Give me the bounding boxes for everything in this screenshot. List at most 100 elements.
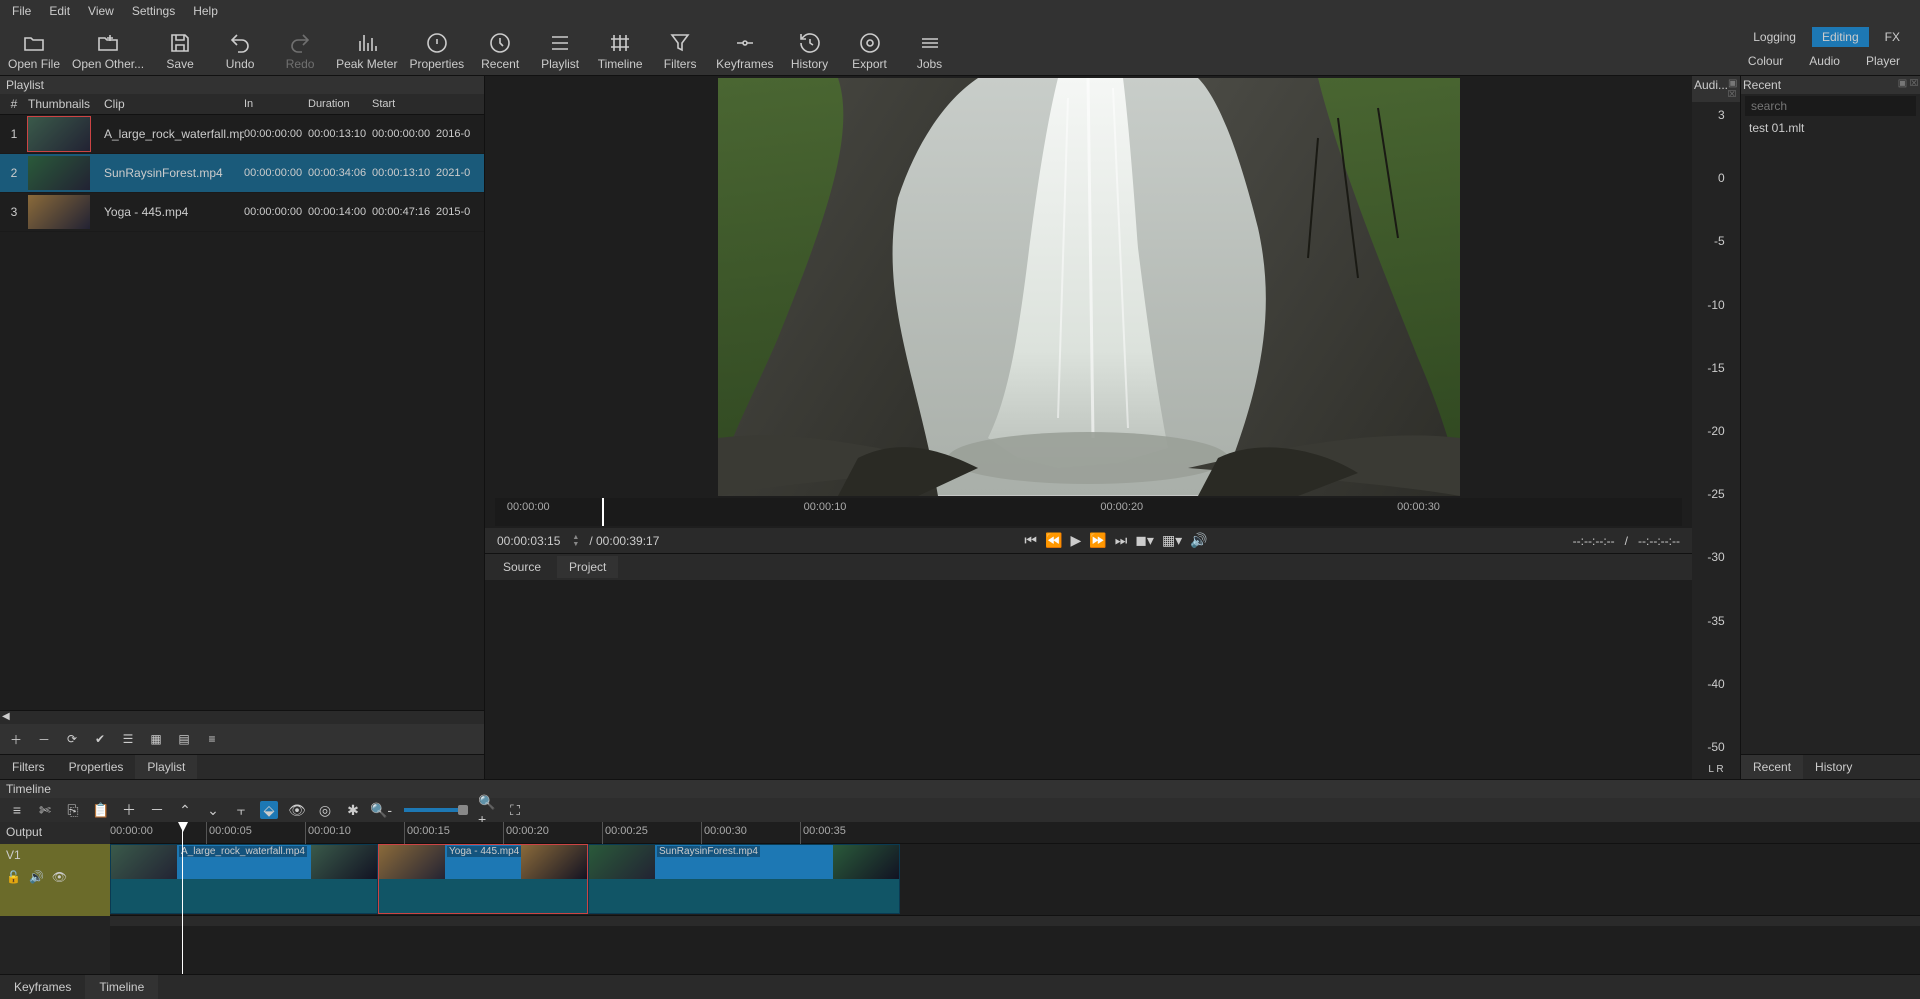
timeline-clip[interactable]: SunRaysinForest.mp4 (588, 844, 900, 914)
tl-overwrite-icon[interactable]: ⌄ (204, 801, 222, 819)
playlist-row[interactable]: 2SunRaysinForest.mp400:00:00:0000:00:34:… (0, 154, 484, 193)
timeline-hscroll[interactable] (110, 916, 1920, 926)
col-duration[interactable]: Duration (308, 98, 372, 110)
menu-file[interactable]: File (4, 2, 39, 20)
layout-tab-editing[interactable]: Editing (1812, 27, 1869, 47)
menu-help[interactable]: Help (185, 2, 226, 20)
playlist-button[interactable]: Playlist (536, 31, 584, 71)
current-timecode[interactable]: 00:00:03:15 (497, 534, 560, 548)
jobs-button[interactable]: Jobs (906, 31, 954, 71)
timeline-button[interactable]: Timeline (596, 31, 644, 71)
save-button[interactable]: Save (156, 31, 204, 71)
timecode-spinner[interactable]: ▲▼ (572, 534, 579, 548)
timeline-output-label[interactable]: Output (0, 822, 110, 844)
sp-tab-project[interactable]: Project (557, 556, 618, 578)
playlist-viewlist-icon[interactable]: ☰ (116, 728, 140, 750)
playlist-hscroll[interactable] (0, 710, 484, 724)
menu-settings[interactable]: Settings (124, 2, 183, 20)
playlist-add-icon[interactable]: ＋ (4, 728, 28, 750)
play-icon[interactable]: ▶ (1070, 532, 1081, 549)
tl-paste-icon[interactable]: 📋 (92, 801, 110, 819)
recent-search-input[interactable] (1745, 96, 1916, 116)
playlist-check-icon[interactable]: ✔ (88, 728, 112, 750)
tl-zoom-slider[interactable] (404, 808, 464, 812)
tl-menu-icon[interactable]: ≡ (8, 801, 26, 819)
grid-icon[interactable]: ▦▾ (1162, 532, 1182, 549)
pl-tab-playlist[interactable]: Playlist (135, 755, 197, 779)
preview-playhead[interactable] (602, 498, 604, 526)
skip-end-icon[interactable]: ⏭ (1115, 532, 1128, 549)
export-button[interactable]: Export (846, 31, 894, 71)
col-clip[interactable]: Clip (100, 97, 244, 111)
tl-lift-icon[interactable]: ⌃ (176, 801, 194, 819)
pl-tab-filters[interactable]: Filters (0, 755, 57, 779)
zoom-fit-icon[interactable]: ◼▾ (1135, 532, 1154, 549)
tl-rippleall-icon[interactable]: ✱ (344, 801, 362, 819)
track-hide-icon[interactable]: 👁 (52, 870, 67, 884)
open-file-button[interactable]: Open File (8, 31, 60, 71)
filters-button[interactable]: Filters (656, 31, 704, 71)
pl-tab-properties[interactable]: Properties (57, 755, 136, 779)
undo-button[interactable]: Undo (216, 31, 264, 71)
playlist-update-icon[interactable]: ⟳ (60, 728, 84, 750)
tl-zoomout-icon[interactable]: 🔍- (372, 801, 390, 819)
timeline-ruler[interactable]: 00:00:0000:00:0500:00:1000:00:1500:00:20… (110, 822, 1920, 844)
playlist-row[interactable]: 1A_large_rock_waterfall.mp400:00:00:0000… (0, 115, 484, 154)
tl-ripple-icon[interactable]: ◎ (316, 801, 334, 819)
timeline-clip[interactable]: Yoga - 445.mp4 (378, 844, 588, 914)
tl-btab-keyframes[interactable]: Keyframes (0, 975, 85, 999)
col-number[interactable]: # (0, 97, 28, 111)
menu-edit[interactable]: Edit (41, 2, 78, 20)
tl-split-icon[interactable]: ⫟ (232, 801, 250, 819)
tl-zoomin-icon[interactable]: 🔍+ (478, 801, 496, 819)
recent-item[interactable]: test 01.mlt (1741, 118, 1920, 138)
tl-append-icon[interactable]: ＋ (120, 801, 138, 819)
recent-button[interactable]: Recent (476, 31, 524, 71)
preview-viewer[interactable] (718, 78, 1460, 496)
col-thumbnails[interactable]: Thumbnails (28, 97, 100, 111)
track-v1[interactable]: A_large_rock_waterfall.mp4Yoga - 445.mp4… (110, 844, 1920, 916)
keyframes-button[interactable]: Keyframes (716, 31, 773, 71)
layout-tab-fx[interactable]: FX (1875, 27, 1910, 47)
playlist-rows[interactable]: 1A_large_rock_waterfall.mp400:00:00:0000… (0, 115, 484, 710)
timeline-tracks[interactable]: 00:00:0000:00:0500:00:1000:00:1500:00:20… (110, 822, 1920, 974)
forward-icon[interactable]: ⏩ (1089, 532, 1106, 549)
peak-meter-button[interactable]: Peak Meter (336, 31, 397, 71)
tl-remove-icon[interactable]: － (148, 801, 166, 819)
preview-ruler[interactable]: 00:00:00 00:00:10 00:00:20 00:00:30 (495, 498, 1682, 526)
playlist-row[interactable]: 3Yoga - 445.mp400:00:00:0000:00:14:0000:… (0, 193, 484, 232)
layout-tab-audio[interactable]: Audio (1799, 51, 1850, 71)
playlist-viewtiles-icon[interactable]: ▦ (144, 728, 168, 750)
tl-cut-icon[interactable]: ✄ (36, 801, 54, 819)
track-v1-header[interactable]: V1 🔓 🔊 👁 (0, 844, 110, 916)
tl-snap-icon[interactable]: ⬙ (260, 801, 278, 819)
recent-tab-recent[interactable]: Recent (1741, 755, 1803, 779)
layout-tab-colour[interactable]: Colour (1738, 51, 1793, 71)
layout-tab-logging[interactable]: Logging (1743, 27, 1806, 47)
track-lock-icon[interactable]: 🔓 (6, 870, 21, 884)
col-in[interactable]: In (244, 98, 308, 110)
rewind-icon[interactable]: ⏪ (1045, 532, 1062, 549)
track-mute-icon[interactable]: 🔊 (29, 870, 44, 884)
open-other-button[interactable]: Open Other... (72, 31, 144, 71)
col-start[interactable]: Start (372, 98, 436, 110)
menu-view[interactable]: View (80, 2, 122, 20)
layout-tab-player[interactable]: Player (1856, 51, 1910, 71)
tl-copy-icon[interactable]: ⎘ (64, 801, 82, 819)
sp-tab-source[interactable]: Source (491, 556, 553, 578)
timeline-playhead[interactable] (182, 822, 183, 974)
panel-pin-icon[interactable]: ▣ ⮽ (1898, 78, 1918, 92)
timeline-clip[interactable]: A_large_rock_waterfall.mp4 (110, 844, 378, 914)
properties-button[interactable]: Properties (409, 31, 464, 71)
skip-start-icon[interactable]: ⏮ (1024, 532, 1037, 549)
recent-tab-history[interactable]: History (1803, 755, 1864, 779)
redo-button[interactable]: Redo (276, 31, 324, 71)
volume-icon[interactable]: 🔊 (1190, 532, 1207, 549)
history-button[interactable]: History (786, 31, 834, 71)
tl-zoomfit-icon[interactable]: ⛶ (506, 801, 524, 819)
tl-btab-timeline[interactable]: Timeline (85, 975, 158, 999)
tl-scrub-icon[interactable]: 👁 (288, 801, 306, 819)
playlist-viewdetails-icon[interactable]: ▤ (172, 728, 196, 750)
playlist-menu-icon[interactable]: ≡ (200, 728, 224, 750)
playlist-remove-icon[interactable]: － (32, 728, 56, 750)
